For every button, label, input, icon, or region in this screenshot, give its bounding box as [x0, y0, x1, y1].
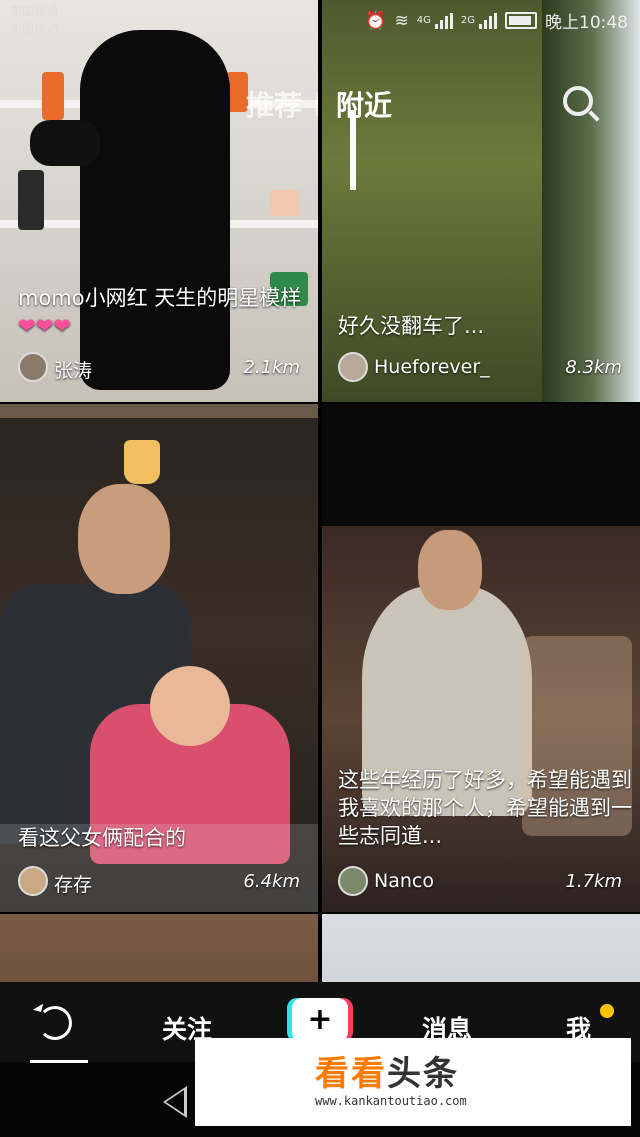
- card-caption: 好久没翻车了...: [338, 314, 485, 338]
- username[interactable]: Nanco: [374, 870, 434, 892]
- video-card[interactable]: 看这父女俩配合的 存存 6.4km: [0, 404, 318, 912]
- notification-dot: [600, 1004, 614, 1018]
- distance: 8.3km: [565, 357, 622, 378]
- refresh-icon[interactable]: [38, 1006, 72, 1040]
- distance: 6.4km: [243, 871, 300, 892]
- bottle: [270, 190, 300, 216]
- hearts-icon: ❤❤❤: [18, 314, 71, 338]
- card-photo: [322, 526, 640, 912]
- arm: [30, 120, 100, 166]
- distance: 1.7km: [565, 871, 622, 892]
- username[interactable]: Hueforever_: [374, 356, 490, 378]
- watermark-logo: 看看头条: [315, 1054, 459, 1094]
- watermark-url: www.kankantoutiao.com: [315, 1094, 467, 1108]
- card-caption: 这些年经历了好多，希望能遇到我喜欢的那个人，希望能遇到一些志同道...: [338, 768, 632, 848]
- carrier-label-2: 中国移动: [10, 22, 59, 36]
- avatar[interactable]: [18, 866, 48, 896]
- carrier-label-1: 中国联通: [10, 4, 59, 18]
- avatar[interactable]: [338, 352, 368, 382]
- card-caption: momo小网红 天生的明星模样❤❤❤: [18, 286, 302, 338]
- username[interactable]: 张涛: [54, 356, 92, 383]
- network-type-2: 2G: [460, 15, 475, 26]
- avatar[interactable]: [18, 352, 48, 382]
- network-type-1: 4G: [416, 15, 431, 26]
- signal-icon-2: [479, 12, 497, 29]
- video-card[interactable]: 好久没翻车了... Hueforever_ 8.3km: [322, 0, 640, 402]
- tab-divider: [316, 92, 318, 116]
- man-head: [78, 484, 170, 594]
- distance: 2.1km: [243, 357, 300, 378]
- child-head: [150, 666, 230, 746]
- back-icon[interactable]: [163, 1086, 187, 1118]
- alarm-icon: ⏰: [365, 10, 387, 31]
- signal-icon-1: [434, 12, 453, 29]
- tab-recommend[interactable]: 推荐: [246, 84, 302, 124]
- ceiling: [0, 404, 318, 418]
- username[interactable]: 存存: [54, 870, 92, 897]
- create-plus-icon[interactable]: +: [292, 998, 348, 1042]
- avatar[interactable]: [338, 866, 368, 896]
- tab-nearby[interactable]: 附近: [336, 84, 392, 124]
- video-card[interactable]: 这些年经历了好多，希望能遇到我喜欢的那个人，希望能遇到一些志同道... Nanc…: [322, 404, 640, 912]
- watermark: 看看头条 www.kankantoutiao.com: [195, 1038, 631, 1126]
- status-bar: 中国联通 中国移动 ⏰ ≋ 4G 2G 晚上10:48: [0, 0, 640, 46]
- search-icon[interactable]: [563, 86, 593, 116]
- active-tab-indicator: [30, 1060, 88, 1063]
- clock: 晚上10:48: [545, 13, 628, 33]
- chef-head: [418, 530, 482, 610]
- status-icons: ⏰ ≋ 4G 2G 晚上10:48: [365, 8, 628, 34]
- wifi-icon: ≋: [394, 10, 409, 31]
- bottle: [42, 72, 64, 120]
- lamp: [124, 440, 160, 484]
- battery-icon: [505, 12, 537, 29]
- bottle: [18, 170, 44, 230]
- card-caption: 看这父女俩配合的: [18, 826, 186, 850]
- tree-line: [542, 0, 640, 402]
- video-card[interactable]: momo小网红 天生的明星模样❤❤❤ 张涛 2.1km: [0, 0, 318, 402]
